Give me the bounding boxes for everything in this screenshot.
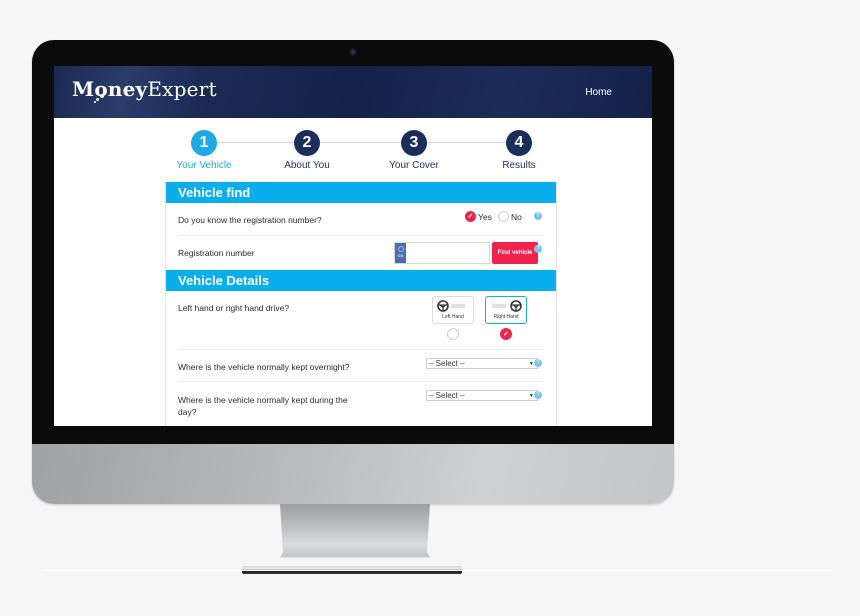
progress-steps: 1 Your Vehicle 2 About You 3 Your Cover … [164, 130, 554, 176]
step-label: Results [502, 160, 536, 171]
row-kept-overnight: Where is the vehicle normally kept overn… [178, 350, 544, 382]
option-label: Right Hand [493, 314, 519, 320]
section-title-vehicle-details: Vehicle Details [166, 270, 556, 291]
question-label: Left hand or right hand drive? [178, 303, 290, 313]
radio-left-hand[interactable] [447, 328, 459, 340]
step-label: Your Vehicle [176, 160, 232, 171]
eu-stars-icon [397, 246, 404, 252]
quote-form: Vehicle find Do you know the registratio… [165, 182, 557, 426]
dashboard-bar [492, 304, 506, 308]
row-registration-number: Registration number GB Find vehicle ? [178, 236, 544, 270]
kept-overnight-select[interactable]: – Select – ▼ [426, 358, 538, 369]
logo-expert: Expert [147, 77, 217, 101]
registration-input[interactable]: GB [394, 242, 490, 264]
radio-yes[interactable]: ✓ [465, 211, 476, 222]
row-drive-side: Left hand or right hand drive? Left Hand… [178, 291, 544, 350]
step-number: 4 [506, 130, 532, 156]
browser-screen: MoneyExpert Home 1 Your Vehicle 2 About … [54, 66, 652, 426]
step-your-cover[interactable]: 3 Your Cover [374, 130, 454, 171]
step-label: About You [284, 160, 330, 171]
step-number: 1 [191, 130, 217, 156]
step-your-vehicle[interactable]: 1 Your Vehicle [164, 130, 244, 171]
radio-yes-label[interactable]: Yes [478, 212, 492, 222]
floor-line [44, 570, 830, 571]
check-icon: ✓ [467, 213, 474, 220]
radio-no[interactable] [498, 211, 509, 222]
question-label: Where is the vehicle normally kept overn… [178, 362, 350, 372]
step-number: 2 [294, 130, 320, 156]
steering-wheel-icon [437, 300, 449, 312]
select-value: – Select – [429, 359, 465, 368]
gb-plate-badge: GB [395, 243, 406, 263]
radio-no-label[interactable]: No [511, 212, 522, 222]
right-hand-option[interactable]: Right Hand [485, 296, 527, 324]
question-label: Where is the vehicle normally kept durin… [178, 395, 348, 417]
camera-icon [349, 48, 357, 56]
step-results[interactable]: 4 Results [479, 130, 559, 171]
plate-country: GB [397, 253, 404, 258]
help-icon[interactable]: ? [534, 391, 542, 399]
row-know-registration: Do you know the registration number? ✓ Y… [178, 203, 544, 236]
help-icon[interactable]: ? [534, 359, 542, 367]
step-about-you[interactable]: 2 About You [267, 130, 347, 171]
row-kept-day: Where is the vehicle normally kept durin… [178, 382, 544, 422]
logo-money: Money [72, 77, 148, 101]
find-vehicle-button[interactable]: Find vehicle [492, 242, 538, 264]
steering-wheel-icon [510, 300, 522, 312]
option-label: Left Hand [442, 314, 464, 320]
monitor-stand [280, 504, 430, 558]
question-label: Registration number [178, 248, 255, 258]
check-icon: ✓ [503, 331, 509, 338]
step-number: 3 [401, 130, 427, 156]
select-value: – Select – [429, 391, 465, 400]
radio-right-hand[interactable]: ✓ [500, 328, 512, 340]
help-icon[interactable]: ? [534, 212, 542, 220]
dashboard-bar [451, 304, 465, 308]
monitor-chin [32, 444, 674, 504]
help-icon[interactable]: ? [534, 245, 542, 253]
question-label: Do you know the registration number? [178, 215, 322, 225]
logo-dots-icon [94, 94, 106, 104]
steps-connector [204, 142, 514, 143]
section-title-vehicle-find: Vehicle find [166, 182, 556, 203]
nav-home-link[interactable]: Home [585, 87, 612, 98]
site-header: MoneyExpert Home [54, 66, 652, 118]
step-label: Your Cover [389, 160, 439, 171]
left-hand-option[interactable]: Left Hand [432, 296, 474, 324]
kept-day-select[interactable]: – Select – ▼ [426, 390, 538, 401]
